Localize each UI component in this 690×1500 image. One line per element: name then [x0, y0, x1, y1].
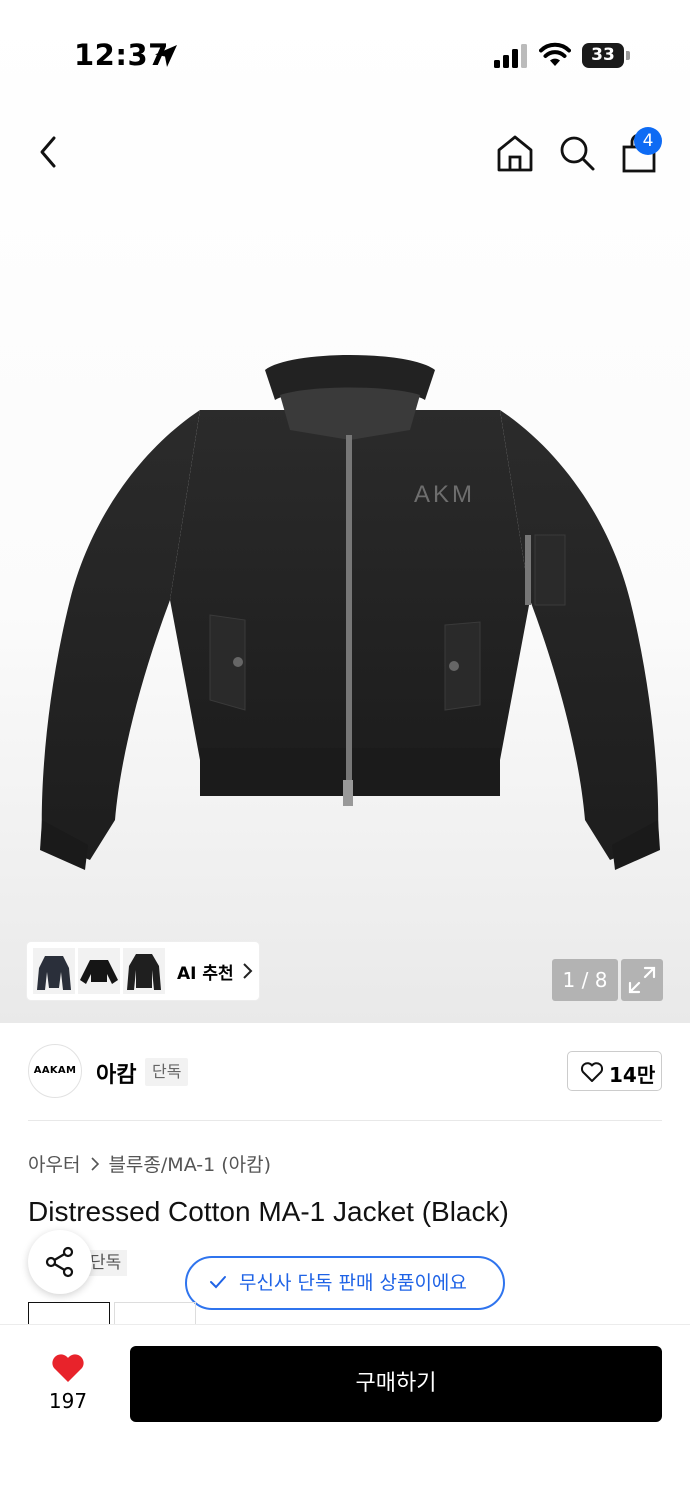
- cellular-signal-icon: [494, 44, 527, 68]
- search-icon[interactable]: [556, 132, 598, 174]
- product-image[interactable]: AKM: [30, 340, 670, 880]
- ai-recommend-label: AI 추천: [177, 964, 234, 984]
- toast-text: 무신사 단독 판매 상품이에요: [239, 1272, 467, 1294]
- expand-button[interactable]: [621, 959, 663, 1001]
- cart-count-badge: 4: [634, 127, 662, 155]
- chevron-right-icon: [91, 1156, 100, 1171]
- jacket-print-text: AKM: [414, 481, 475, 508]
- battery-level: 33: [582, 43, 624, 68]
- wish-count: 197: [48, 1389, 88, 1413]
- share-button[interactable]: [28, 1230, 92, 1294]
- exclusive-toast: 무신사 단독 판매 상품이에요: [185, 1256, 505, 1310]
- status-bar: 12:37 33: [0, 0, 690, 110]
- chevron-right-icon: [243, 963, 253, 979]
- product-gallery[interactable]: 12:37 33 4 AKM AI 추천 1 / 8: [0, 0, 690, 1023]
- back-icon[interactable]: [30, 130, 70, 174]
- brand-exclusive-tag: 단독: [145, 1058, 189, 1086]
- ai-recommendation-panel[interactable]: AI 추천: [27, 942, 259, 1000]
- wifi-icon: [539, 42, 571, 66]
- breadcrumb-subcategory[interactable]: 블루종/MA-1 (아캄): [108, 1154, 271, 1176]
- divider: [28, 1120, 662, 1121]
- heart-outline-icon: [580, 1062, 604, 1082]
- brand-like-button[interactable]: 14만: [567, 1051, 662, 1091]
- breadcrumb: 아우터 블루종/MA-1 (아캄): [28, 1150, 271, 1177]
- breadcrumb-category[interactable]: 아우터: [28, 1154, 80, 1176]
- product-exclusive-tag: 단독: [88, 1250, 128, 1276]
- location-arrow-icon: [155, 45, 177, 67]
- bottom-action-bar: 197 구매하기: [0, 1324, 690, 1500]
- brand-logo[interactable]: AAKAM: [28, 1044, 82, 1098]
- product-title: Distressed Cotton MA-1 Jacket (Black): [28, 1196, 509, 1227]
- heart-filled-icon[interactable]: [50, 1352, 86, 1384]
- battery-icon: 33: [582, 43, 630, 68]
- brand-name[interactable]: 아캄: [96, 1057, 136, 1089]
- top-nav: [0, 110, 690, 200]
- expand-icon: [628, 966, 656, 994]
- brand-like-count: 14만: [609, 1063, 656, 1087]
- share-icon: [45, 1246, 74, 1278]
- recommend-thumb[interactable]: [33, 948, 75, 994]
- image-counter: 1 / 8: [552, 959, 618, 1001]
- home-icon[interactable]: [494, 132, 536, 174]
- recommend-thumb[interactable]: [78, 948, 120, 994]
- check-icon: [210, 1276, 226, 1289]
- recommend-thumb[interactable]: [123, 948, 165, 994]
- buy-button[interactable]: 구매하기: [130, 1346, 662, 1422]
